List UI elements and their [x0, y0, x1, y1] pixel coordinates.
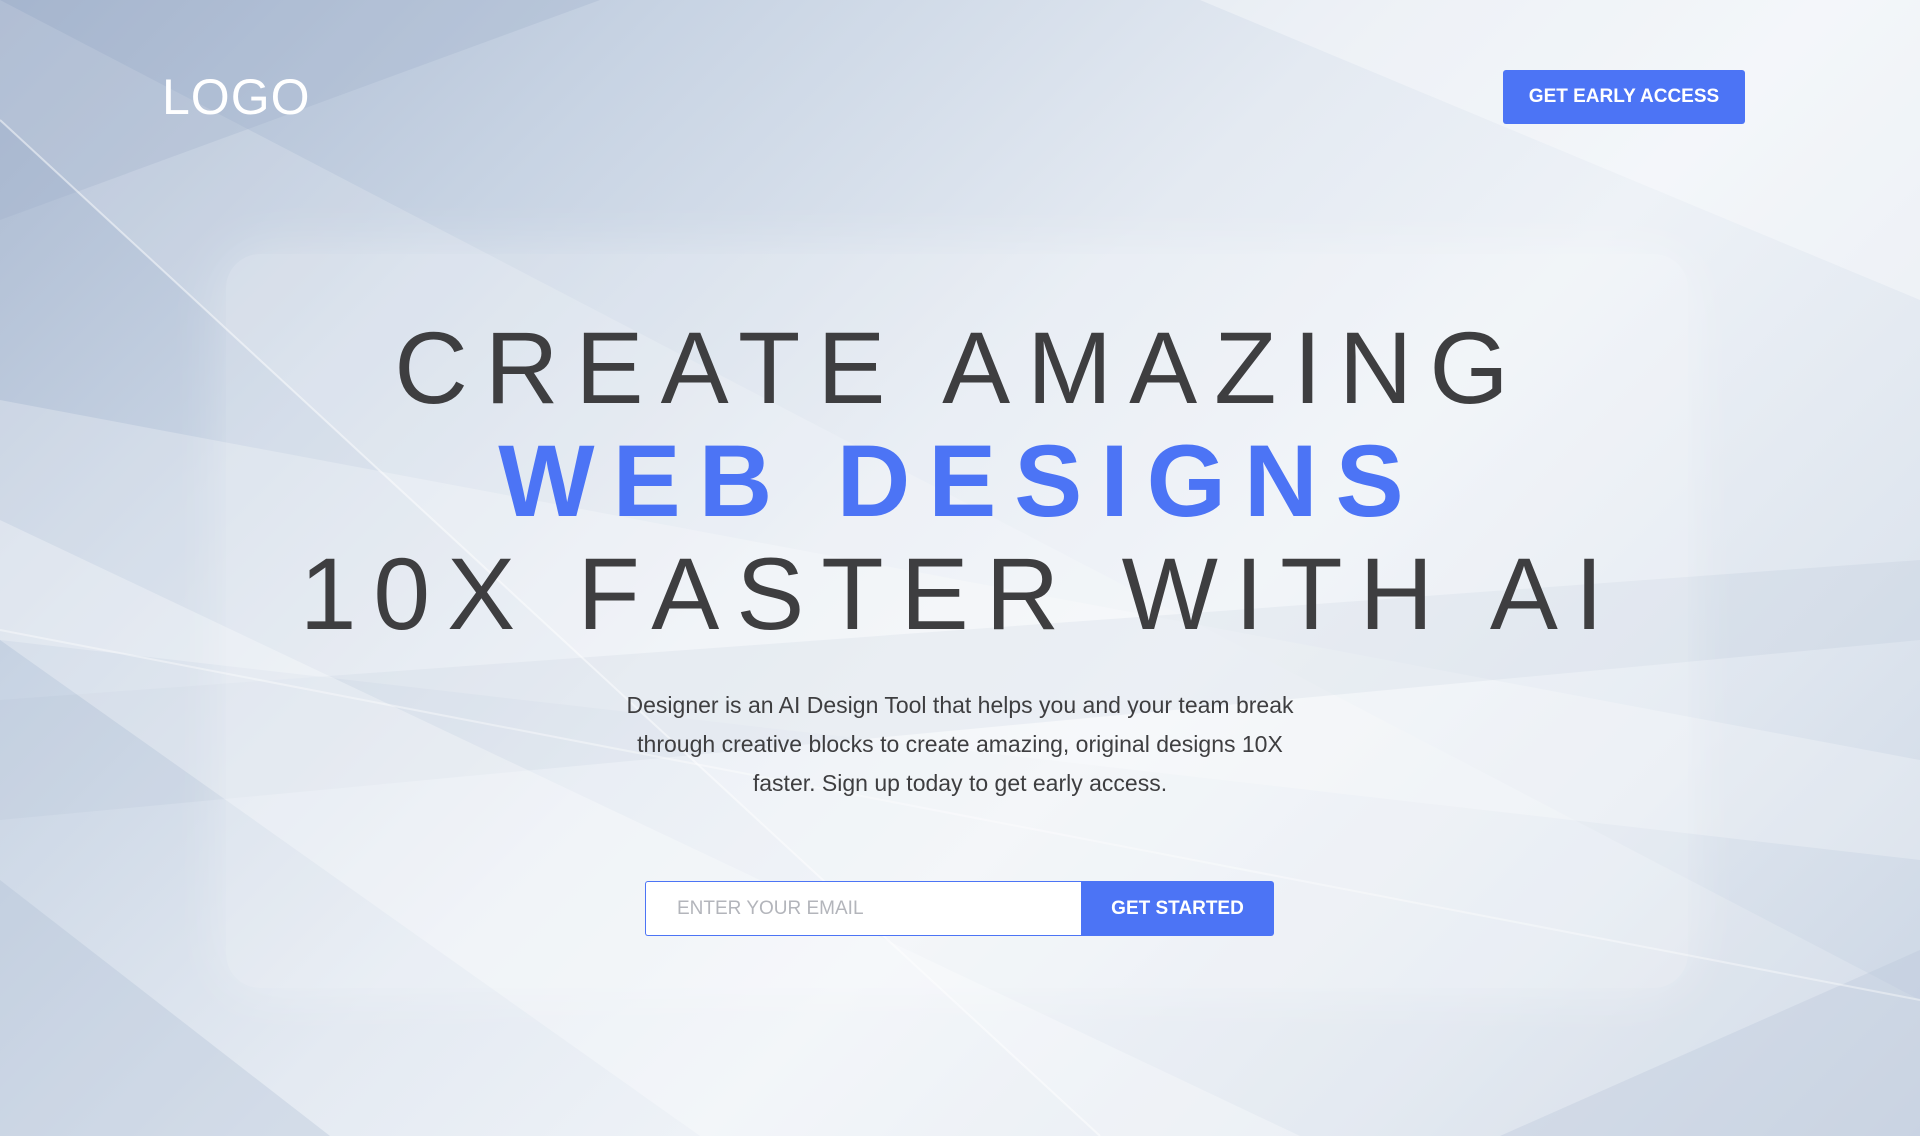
hero-description: Designer is an AI Design Tool that helps… — [626, 692, 1294, 796]
signup-form: GET STARTED — [645, 881, 1274, 936]
get-early-access-button[interactable]: GET EARLY ACCESS — [1503, 70, 1745, 124]
headline-line-2-highlight: WEB DESIGNS — [498, 424, 1422, 538]
get-started-button[interactable]: GET STARTED — [1081, 881, 1274, 936]
email-input[interactable] — [645, 881, 1081, 936]
logo[interactable]: LOGO — [162, 68, 310, 126]
headline-line-1: CREATE AMAZING — [394, 311, 1526, 425]
headline-line-3: 10X FASTER WITH AI — [299, 537, 1621, 651]
